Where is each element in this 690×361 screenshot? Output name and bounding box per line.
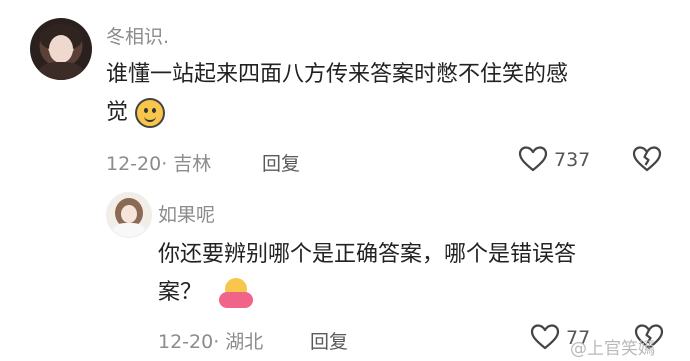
avatar[interactable] xyxy=(30,18,92,80)
comment-username[interactable]: 冬相识. xyxy=(106,22,169,49)
heart-outline-icon xyxy=(530,324,560,350)
like-button[interactable] xyxy=(518,145,548,177)
avatar-face xyxy=(49,35,73,63)
reply-text-line: 你还要辨别哪个是正确答案，哪个是错误答 xyxy=(158,242,577,267)
hug-emoji-icon xyxy=(219,278,254,308)
reply-username[interactable]: 如果呢 xyxy=(158,200,215,227)
avatar-face xyxy=(121,205,137,223)
broken-heart-icon xyxy=(632,146,662,172)
reply-meta: 12-20· 湖北 xyxy=(158,331,264,353)
reply-text-line-last: 案？ xyxy=(158,274,668,312)
reply-text-line-2: 案？ xyxy=(158,280,203,305)
comment-text-line-last: 觉 xyxy=(106,94,666,132)
smile-emoji-icon xyxy=(135,98,166,128)
reply-button[interactable]: 回复 xyxy=(310,327,348,354)
dislike-button[interactable] xyxy=(632,145,662,177)
like-count: 737 xyxy=(554,149,591,171)
reply-button[interactable]: 回复 xyxy=(262,149,300,176)
avatar-body xyxy=(38,62,84,80)
reply-text: 你还要辨别哪个是正确答案，哪个是错误答 案？ xyxy=(158,236,668,312)
comment-text-line-2: 觉 xyxy=(106,100,129,125)
comment-text-line: 谁懂一站起来四面八方传来答案时憋不住笑的感 xyxy=(106,62,569,87)
watermark: @上官笑嫣 xyxy=(570,339,655,359)
comment-text: 谁懂一站起来四面八方传来答案时憋不住笑的感 觉 xyxy=(106,56,666,132)
avatar-body xyxy=(113,223,145,237)
reply-like-button[interactable] xyxy=(530,323,560,355)
heart-outline-icon xyxy=(518,146,548,172)
reply-avatar[interactable] xyxy=(106,192,152,238)
comment-meta: 12-20· 吉林 xyxy=(106,153,212,175)
